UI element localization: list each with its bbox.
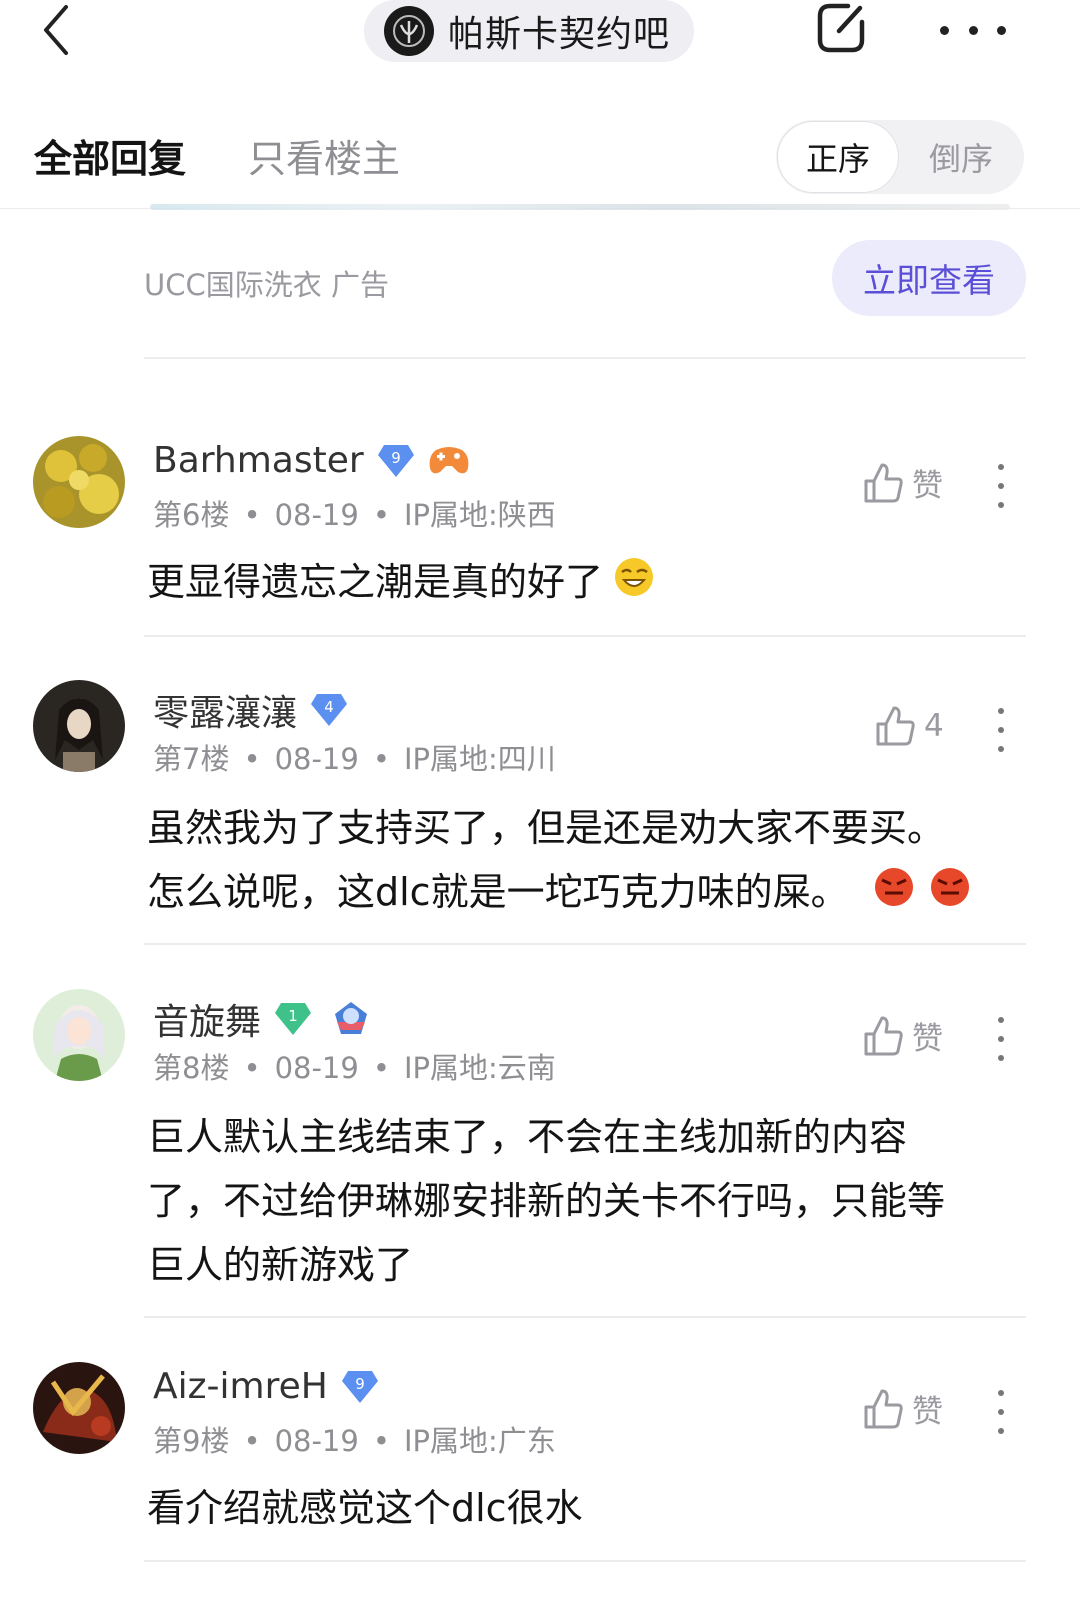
level-badge: 9 [340, 1369, 380, 1405]
sort-toggle: 正序 倒序 [776, 120, 1024, 194]
comment-text: 看介绍就感觉这个dlc很水 [147, 1486, 583, 1530]
svg-text:4: 4 [324, 698, 334, 716]
comment-meta: 第6楼 • 08-19 • IP属地:陕西 [153, 498, 556, 532]
comment-menu-button[interactable] [996, 464, 1006, 508]
thumb-up-icon [864, 463, 903, 502]
floor-number: 第8楼 [153, 1051, 230, 1085]
forum-logo [384, 6, 434, 56]
ad-source: UCC国际洗衣 广告 [144, 268, 389, 302]
floor-number: 第6楼 [153, 498, 230, 532]
divider [144, 1560, 1026, 1562]
ip-location: IP属地:云南 [403, 1051, 556, 1085]
more-vertical-icon [998, 708, 1004, 714]
like-button[interactable]: 赞 [862, 460, 943, 505]
reply-tabs: 全部回复 只看楼主 正序 倒序 [0, 108, 1080, 209]
comment-meta: 第9楼 • 08-19 • IP属地:广东 [153, 1424, 556, 1458]
user-line: 音旋舞 1 [153, 993, 371, 1045]
ip-location: IP属地:四川 [403, 742, 556, 776]
like-count: 4 [924, 708, 944, 744]
svg-text:9: 9 [391, 449, 401, 467]
floor-number: 第9楼 [153, 1424, 230, 1458]
user-line: 零露瀼瀼 4 [153, 684, 349, 736]
back-button[interactable] [40, 0, 100, 60]
username[interactable]: Barhmaster [153, 440, 364, 481]
level-badge: 9 [376, 443, 416, 479]
username[interactable]: Aiz-imreH [153, 1366, 328, 1407]
edit-button[interactable] [812, 0, 870, 58]
like-button[interactable]: 赞 [862, 1013, 943, 1058]
user-line: Aiz-imreH 9 [153, 1366, 380, 1407]
angry-emoji-icon [929, 863, 971, 927]
username[interactable]: 零露瀼瀼 [153, 684, 297, 736]
like-button[interactable]: 4 [874, 704, 944, 748]
comment-menu-button[interactable] [996, 1017, 1006, 1061]
thumb-up-icon [864, 1016, 903, 1055]
thumb-up-icon [864, 1389, 903, 1428]
divider [144, 943, 1026, 945]
svg-text:9: 9 [355, 1375, 365, 1393]
post-date: 08-19 [274, 1424, 359, 1458]
ip-location: IP属地:陕西 [403, 498, 556, 532]
sort-ascending-button[interactable]: 正序 [778, 122, 898, 192]
like-label: 赞 [912, 1394, 943, 1430]
ip-location: IP属地:广东 [403, 1424, 556, 1458]
avatar[interactable] [33, 436, 125, 528]
post-date: 08-19 [274, 498, 359, 532]
level-badge: 4 [309, 692, 349, 728]
more-options-button[interactable] [940, 10, 1006, 50]
angry-emoji-icon [873, 863, 915, 927]
username[interactable]: 音旋舞 [153, 993, 261, 1045]
top-bar: 帕斯卡契约吧 [0, 0, 1080, 62]
smiley-emoji-icon [613, 553, 655, 617]
more-vertical-icon [998, 464, 1004, 470]
sort-descending-button[interactable]: 倒序 [900, 122, 1022, 192]
like-button[interactable]: 赞 [862, 1386, 943, 1431]
rank-badge-icon [331, 1000, 371, 1038]
avatar[interactable] [33, 680, 125, 772]
comment-text: 虽然我为了支持买了，但是还是劝大家不要买。 怎么说呢，这dlc就是一坨巧克力味的… [147, 796, 1007, 927]
avatar[interactable] [33, 1362, 125, 1454]
comment-text: 更显得遗忘之潮是真的好了 [147, 550, 1007, 617]
divider [144, 1316, 1026, 1318]
post-date: 08-19 [274, 1051, 359, 1085]
comment-meta: 第7楼 • 08-19 • IP属地:四川 [153, 742, 556, 776]
divider [144, 357, 1026, 359]
comment-menu-button[interactable] [996, 1390, 1006, 1434]
floor-number: 第7楼 [153, 742, 230, 776]
more-vertical-icon [998, 1017, 1004, 1023]
divider [144, 635, 1026, 637]
like-label: 赞 [912, 1021, 943, 1057]
tab-all-replies[interactable]: 全部回复 [34, 128, 186, 183]
ad-image-edge [150, 204, 1010, 210]
more-vertical-icon [998, 1390, 1004, 1396]
tab-owner-only[interactable]: 只看楼主 [248, 128, 400, 183]
avatar[interactable] [33, 989, 125, 1081]
svg-text:1: 1 [288, 1007, 298, 1025]
chevron-left-icon [44, 5, 68, 55]
comment-menu-button[interactable] [996, 708, 1006, 752]
edit-icon [817, 3, 865, 53]
more-horizontal-icon [940, 25, 949, 35]
level-badge: 1 [273, 1001, 313, 1037]
thumb-up-icon [876, 706, 915, 746]
user-line: Barhmaster 9 [153, 440, 470, 481]
ad-view-button[interactable]: 立即查看 [832, 240, 1026, 316]
post-date: 08-19 [274, 742, 359, 776]
comment-text: 巨人默认主线结束了，不会在主线加新的内容 了，不过给伊琳娜安排新的关卡不行吗，只… [147, 1115, 946, 1287]
comment-meta: 第8楼 • 08-19 • IP属地:云南 [153, 1051, 556, 1085]
forum-name: 帕斯卡契约吧 [448, 14, 671, 55]
forum-title-pill[interactable]: 帕斯卡契约吧 [364, 0, 694, 62]
like-label: 赞 [912, 468, 943, 504]
gamepad-badge-icon [428, 444, 470, 478]
